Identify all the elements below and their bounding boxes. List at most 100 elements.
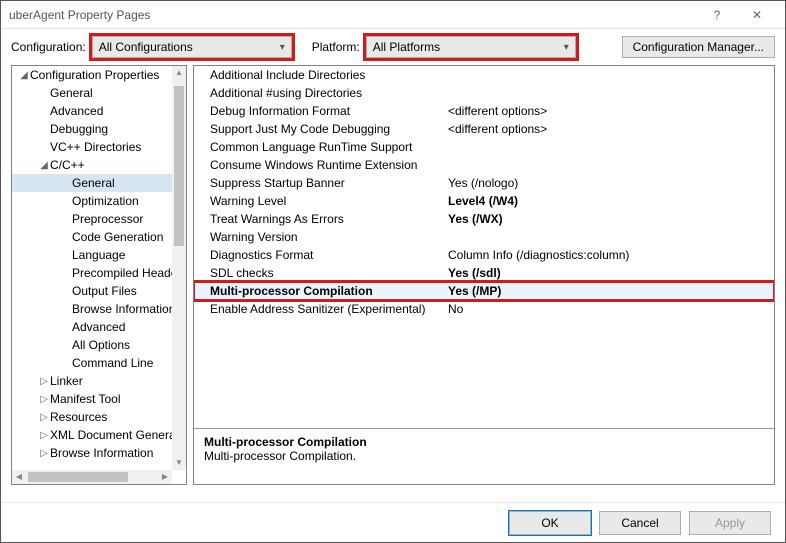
property-name: Diagnostics Format bbox=[194, 246, 444, 264]
expand-icon[interactable]: ▷ bbox=[38, 445, 50, 463]
property-row[interactable]: Common Language RunTime Support bbox=[194, 138, 774, 156]
property-row[interactable]: Warning Version bbox=[194, 228, 774, 246]
ok-button[interactable]: OK bbox=[509, 511, 591, 535]
property-name: SDL checks bbox=[194, 264, 444, 282]
tree-item-cpp-advanced[interactable]: Advanced bbox=[12, 318, 186, 336]
platform-label: Platform: bbox=[312, 40, 360, 54]
tree-item-cpp-codegen[interactable]: Code Generation bbox=[12, 228, 186, 246]
property-row[interactable]: Treat Warnings As ErrorsYes (/WX) bbox=[194, 210, 774, 228]
property-row[interactable]: Debug Information Format<different optio… bbox=[194, 102, 774, 120]
property-name: Suppress Startup Banner bbox=[194, 174, 444, 192]
scroll-thumb[interactable] bbox=[28, 472, 128, 482]
description-panel: Multi-processor Compilation Multi-proces… bbox=[194, 428, 774, 484]
property-value[interactable]: Yes (/nologo) bbox=[444, 174, 774, 192]
property-row[interactable]: SDL checksYes (/sdl) bbox=[194, 264, 774, 282]
tree-scrollbar-horizontal[interactable]: ◀ ▶ bbox=[12, 470, 172, 484]
apply-button[interactable]: Apply bbox=[689, 511, 771, 535]
help-button[interactable]: ? bbox=[697, 1, 737, 29]
expand-icon[interactable]: ▷ bbox=[38, 391, 50, 409]
property-value[interactable]: Level4 (/W4) bbox=[444, 192, 774, 210]
tree-item-cpp-language[interactable]: Language bbox=[12, 246, 186, 264]
cancel-button[interactable]: Cancel bbox=[599, 511, 681, 535]
expand-icon[interactable]: ▷ bbox=[38, 427, 50, 445]
property-name: Enable Address Sanitizer (Experimental) bbox=[194, 300, 444, 318]
window-title: uberAgent Property Pages bbox=[9, 8, 697, 22]
property-rows: Additional Include DirectoriesAdditional… bbox=[194, 66, 774, 428]
tree-item-cpp-general[interactable]: General bbox=[12, 174, 186, 192]
tree-root[interactable]: ◢Configuration Properties bbox=[12, 66, 186, 84]
configuration-manager-button[interactable]: Configuration Manager... bbox=[622, 36, 775, 58]
tree-item-manifest[interactable]: ▷Manifest Tool bbox=[12, 390, 186, 408]
tree-item-cpp[interactable]: ◢C/C++ bbox=[12, 156, 186, 174]
chevron-down-icon: ▾ bbox=[280, 42, 285, 53]
property-row[interactable]: Consume Windows Runtime Extension bbox=[194, 156, 774, 174]
tree-item-cpp-optimization[interactable]: Optimization bbox=[12, 192, 186, 210]
configuration-combo[interactable]: All Configurations ▾ bbox=[92, 36, 292, 58]
property-value[interactable]: Yes (/MP) bbox=[444, 282, 774, 300]
property-row[interactable]: Additional #using Directories bbox=[194, 84, 774, 102]
property-value[interactable]: <different options> bbox=[444, 102, 774, 120]
property-value[interactable] bbox=[444, 228, 774, 246]
property-value[interactable] bbox=[444, 138, 774, 156]
property-row[interactable]: Additional Include Directories bbox=[194, 66, 774, 84]
property-row[interactable]: Support Just My Code Debugging<different… bbox=[194, 120, 774, 138]
property-value[interactable]: Column Info (/diagnostics:column) bbox=[444, 246, 774, 264]
tree-item-cpp-cmdline[interactable]: Command Line bbox=[12, 354, 186, 372]
scroll-down-icon[interactable]: ▼ bbox=[172, 456, 186, 470]
tree-item-linker[interactable]: ▷Linker bbox=[12, 372, 186, 390]
tree-item-vcdirs[interactable]: VC++ Directories bbox=[12, 138, 186, 156]
expand-icon[interactable]: ▷ bbox=[38, 409, 50, 427]
configuration-value: All Configurations bbox=[99, 40, 193, 54]
property-row[interactable]: Multi-processor CompilationYes (/MP) bbox=[194, 282, 774, 300]
scroll-up-icon[interactable]: ▲ bbox=[172, 66, 186, 80]
collapse-icon[interactable]: ◢ bbox=[18, 67, 30, 85]
property-grid: Additional Include DirectoriesAdditional… bbox=[193, 65, 775, 485]
tree-item-debugging[interactable]: Debugging bbox=[12, 120, 186, 138]
tree-item-browseinfo[interactable]: ▷Browse Information bbox=[12, 444, 186, 462]
description-body: Multi-processor Compilation. bbox=[204, 449, 764, 463]
platform-combo[interactable]: All Platforms ▾ bbox=[366, 36, 576, 58]
property-name: Treat Warnings As Errors bbox=[194, 210, 444, 228]
scroll-right-icon[interactable]: ▶ bbox=[158, 470, 172, 484]
property-value[interactable] bbox=[444, 66, 774, 84]
tree-item-cpp-pch[interactable]: Precompiled Heade bbox=[12, 264, 186, 282]
scroll-thumb[interactable] bbox=[174, 86, 184, 246]
property-value[interactable]: Yes (/sdl) bbox=[444, 264, 774, 282]
property-name: Consume Windows Runtime Extension bbox=[194, 156, 444, 174]
scroll-left-icon[interactable]: ◀ bbox=[12, 470, 26, 484]
property-name: Support Just My Code Debugging bbox=[194, 120, 444, 138]
property-row[interactable]: Suppress Startup BannerYes (/nologo) bbox=[194, 174, 774, 192]
property-value[interactable]: Yes (/WX) bbox=[444, 210, 774, 228]
footer: OK Cancel Apply bbox=[1, 502, 785, 542]
tree-item-cpp-output[interactable]: Output Files bbox=[12, 282, 186, 300]
expand-icon[interactable]: ▷ bbox=[38, 373, 50, 391]
tree-scrollbar-vertical[interactable]: ▲ ▼ bbox=[172, 66, 186, 470]
property-row[interactable]: Diagnostics FormatColumn Info (/diagnost… bbox=[194, 246, 774, 264]
property-value[interactable]: No bbox=[444, 300, 774, 318]
property-name: Warning Version bbox=[194, 228, 444, 246]
property-name: Additional #using Directories bbox=[194, 84, 444, 102]
property-row[interactable]: Enable Address Sanitizer (Experimental)N… bbox=[194, 300, 774, 318]
tree-item-xmldoc[interactable]: ▷XML Document Genera bbox=[12, 426, 186, 444]
property-name: Common Language RunTime Support bbox=[194, 138, 444, 156]
collapse-icon[interactable]: ◢ bbox=[38, 157, 50, 175]
property-name: Debug Information Format bbox=[194, 102, 444, 120]
property-row[interactable]: Warning LevelLevel4 (/W4) bbox=[194, 192, 774, 210]
tree-item-cpp-browse[interactable]: Browse Information bbox=[12, 300, 186, 318]
configuration-label: Configuration: bbox=[11, 40, 86, 54]
tree-item-resources[interactable]: ▷Resources bbox=[12, 408, 186, 426]
property-value[interactable] bbox=[444, 84, 774, 102]
tree-item-advanced[interactable]: Advanced bbox=[12, 102, 186, 120]
toolbar: Configuration: All Configurations ▾ Plat… bbox=[1, 29, 785, 65]
tree-view[interactable]: ◢Configuration Properties General Advanc… bbox=[11, 65, 187, 485]
property-value[interactable]: <different options> bbox=[444, 120, 774, 138]
platform-value: All Platforms bbox=[373, 40, 440, 54]
close-button[interactable]: ✕ bbox=[737, 1, 777, 29]
main-area: ◢Configuration Properties General Advanc… bbox=[1, 65, 785, 495]
tree-item-cpp-preprocessor[interactable]: Preprocessor bbox=[12, 210, 186, 228]
tree-item-cpp-alloptions[interactable]: All Options bbox=[12, 336, 186, 354]
property-value[interactable] bbox=[444, 156, 774, 174]
titlebar: uberAgent Property Pages ? ✕ bbox=[1, 1, 785, 29]
property-name: Warning Level bbox=[194, 192, 444, 210]
tree-item-general[interactable]: General bbox=[12, 84, 186, 102]
